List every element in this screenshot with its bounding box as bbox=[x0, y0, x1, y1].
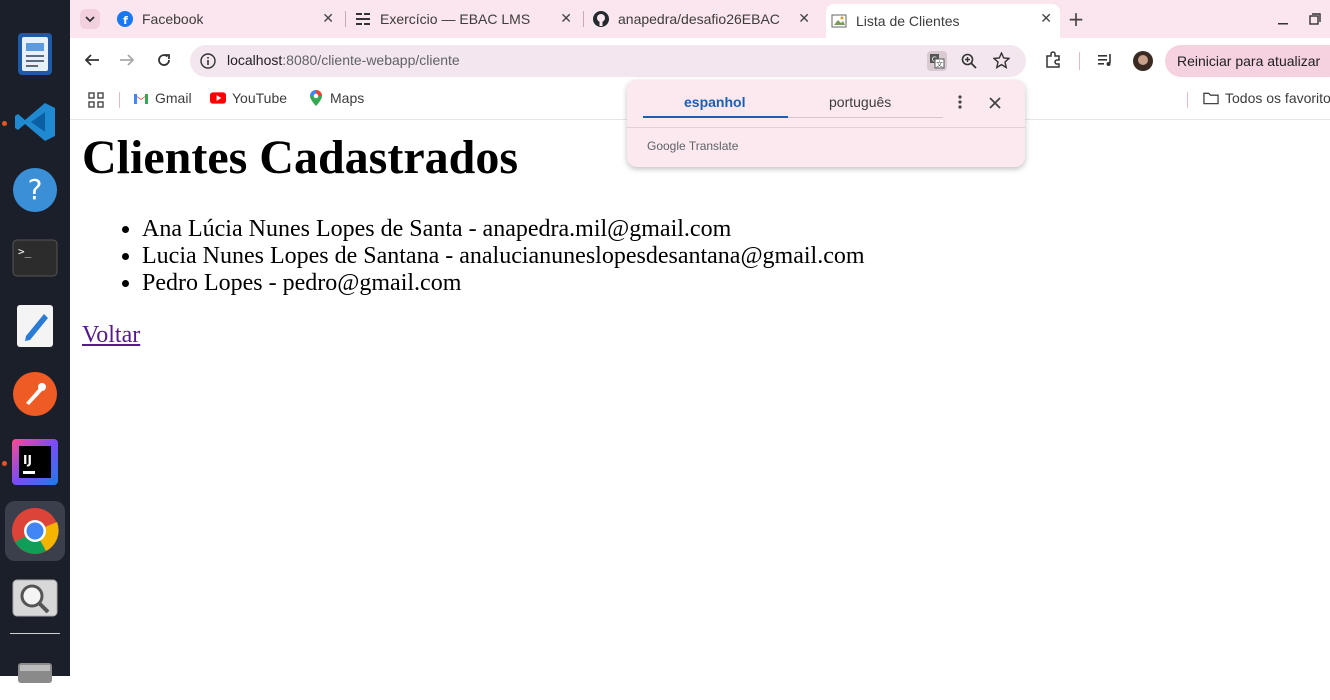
dock-separator bbox=[10, 633, 60, 634]
tab-target-language[interactable]: português bbox=[829, 94, 891, 110]
svg-text:IJ: IJ bbox=[23, 453, 32, 467]
list-item: Lucia Nunes Lopes de Santana - analucian… bbox=[142, 243, 865, 270]
tab-title: Lista de Clientes bbox=[856, 13, 960, 29]
all-bookmarks-folder[interactable]: Todos os favoritos bbox=[1203, 90, 1330, 106]
list-item: Ana Lúcia Nunes Lopes de Santa - anapedr… bbox=[142, 216, 865, 243]
extensions-icon[interactable] bbox=[1043, 50, 1063, 70]
toolbar-separator bbox=[1079, 52, 1080, 70]
avatar[interactable] bbox=[1132, 50, 1154, 72]
tab-github[interactable]: anapedra/desafio26EBAC ✕ bbox=[592, 0, 818, 38]
bookmark-youtube[interactable]: YouTube bbox=[210, 90, 287, 106]
tab-search-button[interactable] bbox=[80, 9, 100, 29]
url-host: localhost bbox=[227, 52, 283, 68]
page-title: Clientes Cadastrados bbox=[82, 131, 519, 184]
ebac-icon bbox=[354, 10, 372, 28]
drive-icon[interactable] bbox=[5, 640, 65, 700]
svg-text:f: f bbox=[123, 14, 128, 27]
google-translate-brand: Google Translate bbox=[647, 139, 739, 153]
bookmark-gmail[interactable]: Gmail bbox=[133, 90, 192, 106]
chrome-icon[interactable] bbox=[5, 501, 65, 561]
svg-text:?: ? bbox=[28, 173, 43, 206]
close-icon[interactable]: ✕ bbox=[322, 10, 334, 27]
bookmark-maps[interactable]: Maps bbox=[308, 90, 364, 106]
bookmark-label: Todos os favoritos bbox=[1225, 90, 1330, 106]
apps-grid-icon[interactable] bbox=[86, 90, 106, 110]
url-path: :8080/cliente-webapp/cliente bbox=[282, 52, 460, 68]
help-icon[interactable]: ? bbox=[5, 160, 65, 220]
vscode-icon[interactable] bbox=[5, 92, 65, 152]
facebook-icon: f bbox=[116, 10, 134, 28]
close-icon[interactable]: ✕ bbox=[560, 10, 572, 27]
zoom-icon[interactable] bbox=[961, 53, 977, 73]
tab-separator bbox=[583, 11, 584, 27]
bookmark-star-icon[interactable] bbox=[992, 51, 1011, 73]
bookmarks-separator bbox=[1187, 92, 1188, 108]
folder-icon bbox=[1203, 90, 1219, 106]
dock: ? >_ IJ bbox=[0, 0, 70, 683]
terminal-icon[interactable]: >_ bbox=[5, 228, 65, 288]
close-icon[interactable] bbox=[988, 95, 1002, 114]
svg-text:>_: >_ bbox=[18, 245, 32, 258]
tab-ebac[interactable]: Exercício — EBAC LMS ✕ bbox=[354, 0, 580, 38]
list-item: Pedro Lopes - pedro@gmail.com bbox=[142, 270, 865, 297]
tab-title: anapedra/desafio26EBAC bbox=[618, 11, 780, 27]
client-list: Ana Lúcia Nunes Lopes de Santa - anapedr… bbox=[102, 216, 865, 297]
image-viewer-icon[interactable] bbox=[5, 568, 65, 628]
postman-icon[interactable] bbox=[5, 364, 65, 424]
page-icon bbox=[830, 12, 848, 30]
tab-source-language[interactable]: espanhol bbox=[684, 94, 745, 110]
tab-title: Facebook bbox=[142, 11, 204, 27]
minimize-icon[interactable] bbox=[1273, 9, 1293, 29]
bookmark-label: Gmail bbox=[155, 90, 192, 106]
restore-icon[interactable] bbox=[1305, 9, 1325, 29]
page-content: Clientes Cadastrados Ana Lúcia Nunes Lop… bbox=[70, 120, 1330, 676]
youtube-icon bbox=[210, 90, 226, 106]
address-bar[interactable]: localhost:8080/cliente-webapp/cliente G文 bbox=[190, 45, 1026, 77]
text-editor-icon[interactable] bbox=[5, 296, 65, 356]
tab-separator bbox=[345, 11, 346, 27]
tab-title: Exercício — EBAC LMS bbox=[380, 11, 531, 27]
toolbar: localhost:8080/cliente-webapp/cliente G文… bbox=[70, 38, 1330, 82]
back-arrow-icon[interactable] bbox=[82, 50, 102, 70]
reload-icon[interactable] bbox=[154, 50, 174, 70]
translate-icon[interactable]: G文 bbox=[927, 51, 947, 71]
tab-strip: f Facebook ✕ Exercício — EBAC LMS ✕ anap… bbox=[70, 0, 1330, 38]
back-link[interactable]: Voltar bbox=[82, 322, 140, 349]
gmail-icon bbox=[133, 90, 149, 106]
browser-window: f Facebook ✕ Exercício — EBAC LMS ✕ anap… bbox=[70, 0, 1330, 676]
close-icon[interactable]: ✕ bbox=[1040, 10, 1052, 27]
github-icon bbox=[592, 10, 610, 28]
media-control-icon[interactable] bbox=[1096, 50, 1116, 70]
more-options-icon[interactable] bbox=[955, 94, 965, 114]
bookmark-label: Maps bbox=[330, 90, 365, 106]
forward-arrow-icon[interactable] bbox=[117, 50, 137, 70]
tab-facebook[interactable]: f Facebook ✕ bbox=[116, 0, 342, 38]
restart-update-button[interactable]: Reiniciar para atualizar bbox=[1165, 45, 1330, 77]
intellij-icon[interactable]: IJ bbox=[5, 432, 65, 492]
active-tab-indicator bbox=[643, 116, 788, 118]
tab-lista-de-clientes[interactable]: Lista de Clientes ✕ bbox=[826, 4, 1060, 38]
bookmarks-separator bbox=[119, 92, 120, 108]
maps-icon bbox=[308, 90, 324, 106]
url-text[interactable]: localhost:8080/cliente-webapp/cliente bbox=[227, 52, 460, 68]
site-info-icon[interactable] bbox=[200, 53, 216, 73]
svg-text:文: 文 bbox=[936, 60, 943, 69]
bookmark-label: YouTube bbox=[232, 90, 288, 106]
translate-footer: Google Translate bbox=[627, 127, 1025, 168]
document-viewer-icon[interactable] bbox=[5, 24, 65, 84]
translate-popup: espanhol português Google Translate bbox=[627, 80, 1025, 167]
new-tab-button[interactable]: + bbox=[1066, 7, 1086, 31]
close-icon[interactable]: ✕ bbox=[798, 10, 810, 27]
